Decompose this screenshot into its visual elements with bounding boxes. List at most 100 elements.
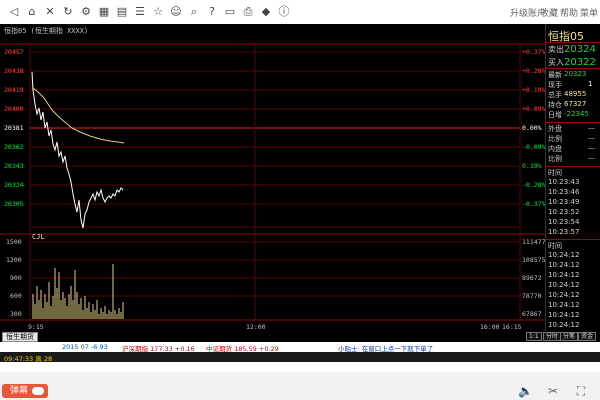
help-icon[interactable]: ? bbox=[206, 6, 218, 18]
buy-row: 买入 20322 bbox=[548, 57, 600, 68]
ratio2-row: 比例 — bbox=[548, 154, 600, 164]
open-interest-row: 持仓 67327 bbox=[548, 100, 600, 110]
buy-value: 20322 bbox=[564, 57, 596, 68]
vol-right-label: 111477 bbox=[522, 238, 545, 246]
player-bar: 弹幕 🔈 ✂ ⛶ bbox=[0, 372, 600, 400]
trading-window: 20457 20438 20419 20400 20381 20362 2034… bbox=[0, 24, 600, 357]
average-line bbox=[31, 87, 125, 144]
vol-left-label: 1200 bbox=[6, 256, 22, 264]
vol-right-label: 89672 bbox=[522, 274, 542, 282]
vol-right-label: 108575 bbox=[522, 256, 545, 264]
lock-icon[interactable]: ◆ bbox=[260, 6, 272, 18]
status-bar: 09:47:33 真 28 bbox=[0, 352, 600, 363]
tick-time: 10:23:57 bbox=[548, 228, 580, 236]
tick-time: 10:24:12 bbox=[548, 251, 580, 259]
sell-label: 卖出 bbox=[548, 45, 564, 54]
settings-icon[interactable]: ⚙ bbox=[80, 6, 92, 18]
open-interest-label: 持仓 bbox=[548, 101, 562, 109]
tick-time: 10:23:49 bbox=[548, 198, 580, 206]
daily-change-label: 日增 bbox=[548, 111, 562, 119]
price-label: 20381 bbox=[4, 124, 24, 132]
button-ratio[interactable]: 1:1 bbox=[526, 332, 542, 341]
pct-label: +0.37% bbox=[522, 48, 545, 56]
latest-value: 20323 bbox=[564, 70, 587, 78]
button-timeshare[interactable]: 分时 bbox=[543, 332, 562, 341]
pct-label: 0.00% bbox=[522, 124, 542, 132]
price-label: 20362 bbox=[4, 143, 24, 151]
pct-label: -0.37% bbox=[522, 200, 545, 208]
user-icon[interactable]: ☺ bbox=[170, 6, 182, 18]
button-funds[interactable]: 资金 bbox=[578, 332, 597, 341]
outer-value: — bbox=[588, 124, 595, 132]
volume-icon[interactable]: 🔈 bbox=[518, 384, 533, 398]
ticker-item-0: 2015 07 -6 93 bbox=[62, 343, 108, 351]
divider bbox=[546, 42, 600, 43]
home-icon[interactable]: ⌂ bbox=[26, 6, 38, 18]
pct-label: +0.28% bbox=[522, 67, 545, 75]
back-icon[interactable]: ◁ bbox=[8, 6, 20, 18]
time-label: 9:15 bbox=[28, 323, 44, 331]
ratio2-value: — bbox=[588, 154, 595, 162]
inner-row: 内盘 — bbox=[548, 144, 600, 154]
divider bbox=[546, 239, 600, 240]
refresh-icon[interactable]: ↻ bbox=[62, 6, 74, 18]
grid-icon[interactable]: ▦ bbox=[98, 6, 110, 18]
vol-left-label: 1500 bbox=[6, 238, 22, 246]
close-icon[interactable]: ✕ bbox=[44, 6, 56, 18]
current-hand-value: 1 bbox=[588, 80, 593, 88]
time-label: 12:00 bbox=[246, 323, 266, 331]
pct-label: -0.28% bbox=[522, 181, 545, 189]
sell-value: 20324 bbox=[564, 44, 596, 55]
top-toolbar: ◁ ⌂ ✕ ↻ ⚙ ▦ ▤ ☰ ☆ ☺ ⌕ ? ▭ ⎙ ◆ ⓘ 升级账户 收藏 … bbox=[0, 0, 600, 24]
intraday-chart[interactable]: 20457 20438 20419 20400 20381 20362 2034… bbox=[0, 24, 545, 334]
menu-help[interactable]: 帮助 bbox=[560, 6, 578, 19]
menu-favorites[interactable]: 收藏 bbox=[540, 6, 558, 19]
danmu-toggle[interactable] bbox=[32, 387, 44, 395]
price-label: 20343 bbox=[4, 162, 24, 170]
print-icon[interactable]: ⎙ bbox=[242, 6, 254, 18]
time-header: 时间 bbox=[548, 169, 562, 177]
price-label: 20419 bbox=[4, 86, 24, 94]
total-hand-row: 总手 48955 bbox=[548, 90, 600, 100]
tick-time: 10:24:12 bbox=[548, 311, 580, 319]
tick-time: 10:23:52 bbox=[548, 208, 580, 216]
outer-label: 外盘 bbox=[548, 125, 562, 133]
search-icon[interactable]: ⌕ bbox=[188, 6, 200, 18]
vol-right-label: 67867 bbox=[522, 310, 542, 318]
list-icon[interactable]: ☰ bbox=[134, 6, 146, 18]
price-label: 20305 bbox=[4, 200, 24, 208]
volume-tag: CJL bbox=[32, 233, 45, 241]
chart-icon[interactable]: ▤ bbox=[116, 6, 128, 18]
inner-value: — bbox=[588, 144, 595, 152]
vol-right-label: 78770 bbox=[522, 292, 542, 300]
pct-label: +0.09% bbox=[522, 105, 545, 113]
buy-label: 买入 bbox=[548, 58, 564, 67]
volume-bars bbox=[32, 264, 124, 319]
star-icon[interactable]: ☆ bbox=[152, 6, 164, 18]
market-ticker: 2015 07 -6 93 沪深期指 177.33 +0.16 中证期货 185… bbox=[0, 342, 600, 353]
menu-main[interactable]: 菜单 bbox=[580, 6, 598, 19]
latest-row: 最新 20323 bbox=[548, 70, 600, 80]
pct-label: 0.19% bbox=[522, 162, 542, 170]
time-header: 时间 bbox=[548, 242, 562, 250]
tick-time: 10:24:12 bbox=[548, 321, 580, 329]
fullscreen-icon[interactable]: ⛶ bbox=[574, 384, 588, 398]
vol-left-label: 900 bbox=[10, 274, 22, 282]
tick-time: 10:23:54 bbox=[548, 218, 580, 226]
divider bbox=[546, 122, 600, 123]
button-ticks[interactable]: 分笔 bbox=[560, 332, 579, 341]
price-label: 20438 bbox=[4, 67, 24, 75]
tick-time: 10:24:12 bbox=[548, 291, 580, 299]
info-icon[interactable]: ⓘ bbox=[278, 6, 290, 18]
tab-strip: 恒生期货 1:1 分时 分笔 资金 bbox=[0, 331, 600, 342]
ratio1-row: 比例 — bbox=[548, 134, 600, 144]
ratio2-label: 比例 bbox=[548, 155, 562, 163]
clip-icon[interactable]: ✂ bbox=[546, 384, 560, 398]
vol-left-label: 300 bbox=[10, 310, 22, 318]
tab-hsi-futures[interactable]: 恒生期货 bbox=[2, 332, 38, 342]
tick-time: 10:24:12 bbox=[548, 271, 580, 279]
price-label: 20324 bbox=[4, 181, 24, 189]
quote-panel: 恒指05 卖出 20324 买入 20322 最新 20323 现手 1 总手 … bbox=[545, 24, 600, 334]
monitor-icon[interactable]: ▭ bbox=[224, 6, 236, 18]
tick-time: 10:24:12 bbox=[548, 281, 580, 289]
